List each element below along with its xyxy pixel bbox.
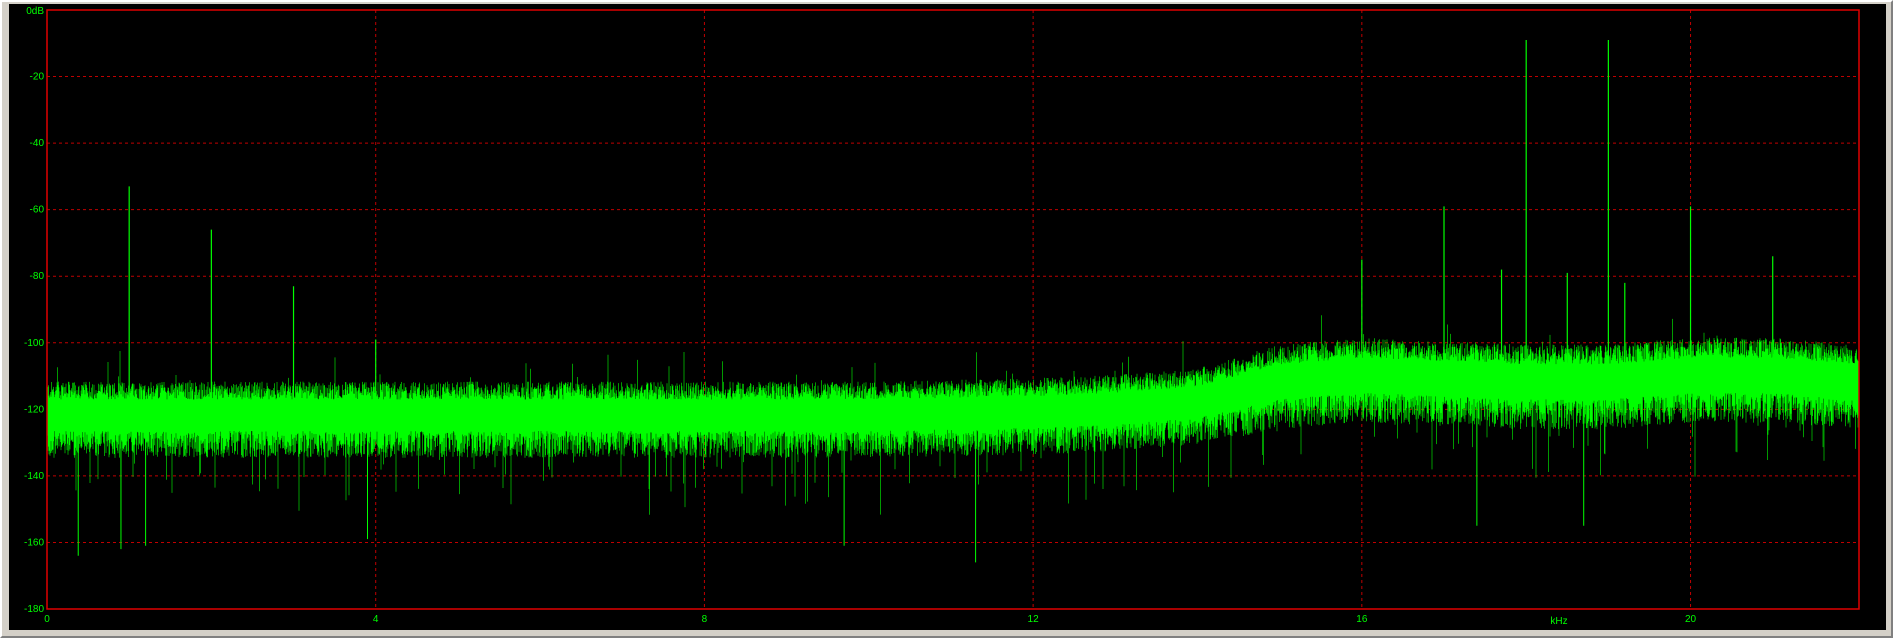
x-tick-label: 12 [1028,614,1040,625]
plot-background [9,4,1886,630]
y-tick-label: 0dB [26,6,44,17]
y-tick-label: -140 [24,471,44,482]
x-tick-label: 0 [44,614,50,625]
x-tick-label: 20 [1685,614,1697,625]
spectrum-chart: 0dB -20 -40 -60 -80 -100 -120 -140 -160 -180 0 4 8 1… [9,4,1886,630]
y-tick-label: -80 [30,271,45,282]
y-tick-label: -20 [30,72,45,83]
x-tick-label: 16 [1356,614,1368,625]
analyzer-window: 0dB -20 -40 -60 -80 -100 -120 -140 -160 -180 0 4 8 1… [0,0,1893,638]
x-tick-label: 4 [373,614,379,625]
y-tick-label: -160 [24,537,44,548]
y-tick-label: -40 [30,138,45,149]
y-tick-label: -180 [24,604,44,615]
y-tick-label: -60 [30,205,45,216]
y-tick-label: -120 [24,404,44,415]
spectrum-panel: 0dB -20 -40 -60 -80 -100 -120 -140 -160 -180 0 4 8 1… [9,4,1886,630]
y-tick-label: -100 [24,338,44,349]
x-tick-label: 8 [702,614,708,625]
x-axis-unit-label: kHz [1550,616,1567,627]
